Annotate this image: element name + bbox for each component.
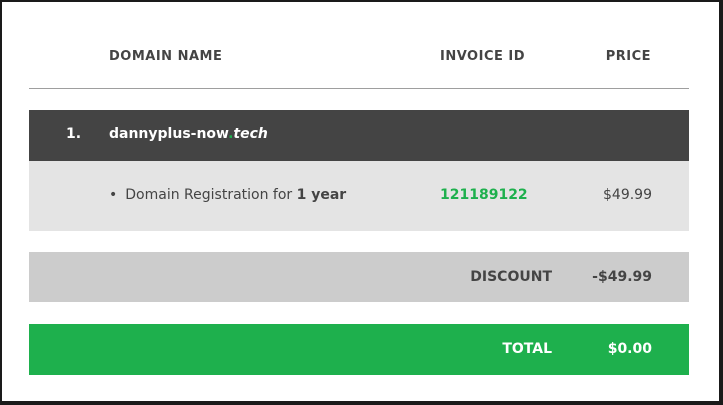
line-item-price: $49.99 xyxy=(603,187,652,203)
line-item-row: • Domain Registration for 1 year 12118912… xyxy=(29,161,689,231)
domain-row-number: 1. xyxy=(66,126,82,142)
line-item-description: • Domain Registration for 1 year xyxy=(109,187,346,203)
column-header-price: PRICE xyxy=(605,49,651,64)
invoice-table-header: DOMAIN NAME INVOICE ID PRICE xyxy=(29,0,689,89)
column-header-invoice-id: INVOICE ID xyxy=(440,49,526,64)
invoice-id-link[interactable]: 121189122 xyxy=(440,187,528,203)
line-item-description-text: Domain Registration for xyxy=(125,187,293,203)
discount-label: DISCOUNT xyxy=(470,269,552,285)
discount-value: -$49.99 xyxy=(592,269,652,285)
bullet-icon: • xyxy=(109,187,118,203)
domain-name: dannyplus-now.tech xyxy=(109,126,268,142)
column-header-domain-name: DOMAIN NAME xyxy=(109,49,223,64)
total-value: $0.00 xyxy=(607,341,652,357)
domain-tld: tech xyxy=(233,126,268,142)
discount-row: DISCOUNT -$49.99 xyxy=(29,252,689,302)
line-item-term: 1 year xyxy=(296,187,347,203)
total-row: TOTAL $0.00 xyxy=(29,324,689,375)
domain-name-label: dannyplus-now xyxy=(109,126,229,142)
domain-row: 1. dannyplus-now.tech xyxy=(29,110,689,161)
total-label: TOTAL xyxy=(502,341,552,357)
